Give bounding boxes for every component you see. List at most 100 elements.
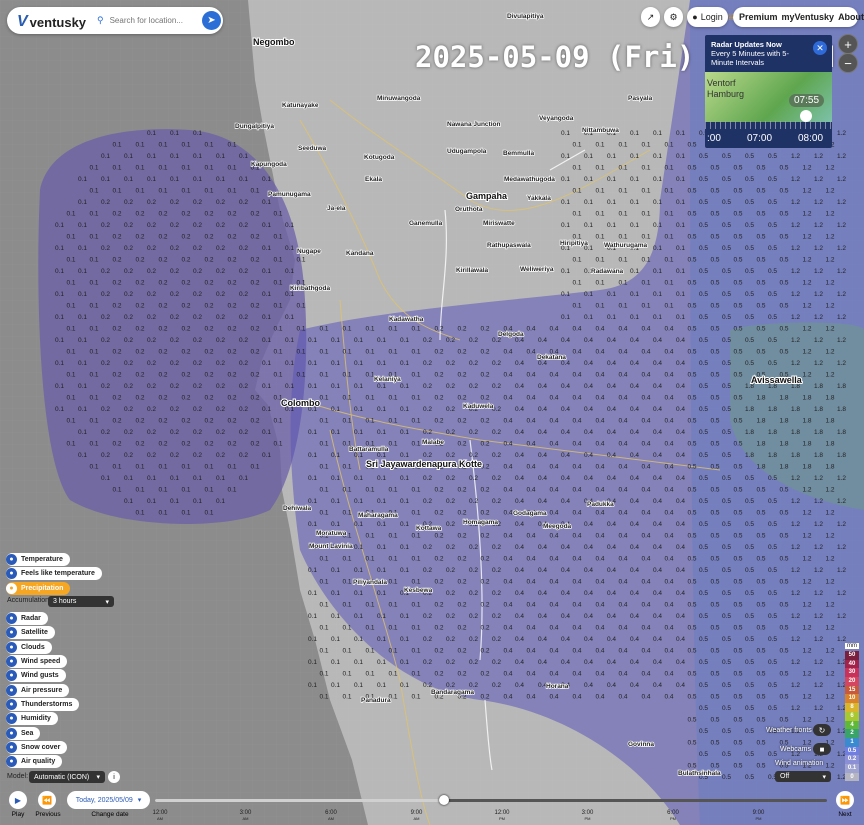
place-label[interactable]: Bemmulla (502, 149, 535, 157)
place-label[interactable]: Nittambuwa (581, 126, 620, 134)
place-label[interactable]: Piliyandala (352, 578, 388, 586)
login-button[interactable]: ● Login (687, 7, 728, 27)
layer-feels-like-temperature[interactable]: ● Feels like temperature (6, 567, 102, 580)
place-label[interactable]: Dungalpitiya (234, 122, 275, 130)
place-label[interactable]: Malabe (421, 438, 445, 446)
place-label[interactable]: Katunayake (281, 101, 319, 109)
webcams-toggle[interactable]: ■ (813, 743, 831, 755)
place-label[interactable]: Oruthota (454, 205, 483, 213)
layer-humidity[interactable]: ● Humidity (6, 712, 58, 725)
place-label[interactable]: Govinna (627, 740, 655, 748)
zoom-in-button[interactable]: + (838, 34, 858, 54)
place-label[interactable]: Yakkala (526, 194, 552, 202)
place-label[interactable]: Kadawatha (388, 315, 424, 323)
layer-snow-cover[interactable]: ● Snow cover (6, 741, 68, 754)
radar-update-popup[interactable]: Radar Updates Now Every 5 Minutes with 5… (705, 35, 832, 148)
place-label[interactable]: Kesbewa (403, 586, 433, 594)
place-label[interactable]: Kapungoda (250, 160, 288, 168)
place-label[interactable]: Godagama (512, 509, 547, 517)
place-label[interactable]: Veyangoda (538, 114, 574, 122)
precip-value: 0.2 (113, 418, 122, 425)
place-label[interactable]: Colombo (280, 397, 321, 409)
wind-animation-select[interactable]: Off ▾ (775, 771, 831, 782)
place-label[interactable]: Dehiwala (282, 504, 312, 512)
preview-slider-handle[interactable] (800, 110, 812, 122)
place-label[interactable]: Pasyala (627, 94, 653, 102)
model-info-button[interactable]: i (108, 771, 120, 783)
settings-button[interactable]: ⚙ (664, 7, 683, 27)
place-label[interactable]: Maharagama (357, 511, 399, 519)
locate-me-button[interactable]: ➤ (202, 11, 221, 30)
place-label[interactable]: Padukka (586, 500, 615, 508)
place-label[interactable]: Horana (545, 682, 569, 690)
layer-satellite[interactable]: ● Satellite (6, 626, 55, 639)
timeline-track[interactable] (155, 795, 827, 805)
place-label[interactable]: Homagama (462, 518, 499, 526)
place-label[interactable]: Kaduwela (462, 402, 494, 410)
place-label[interactable]: Seeduwa (297, 144, 327, 152)
layer-radar[interactable]: ● Radar (6, 612, 48, 625)
layer-thunderstorms[interactable]: ● Thunderstorms (6, 698, 80, 711)
place-label[interactable]: Minuwangoda (376, 94, 421, 102)
share-button[interactable]: ↗ (641, 7, 660, 27)
place-label[interactable]: Miriswatte (482, 219, 516, 227)
place-label[interactable]: Hiripitiya (559, 239, 589, 247)
app-logo[interactable]: V ventusky (17, 13, 86, 31)
place-label[interactable]: Avissawella (750, 374, 804, 386)
place-label[interactable]: Kotugoda (363, 153, 395, 161)
next-button[interactable]: ⏩ (836, 791, 854, 809)
date-picker-button[interactable]: Today, 2025/05/09 ▾ (67, 791, 150, 809)
layer-clouds[interactable]: ● Clouds (6, 641, 52, 654)
layer-temperature[interactable]: ● Temperature (6, 553, 70, 566)
premium-link[interactable]: Premium (739, 12, 778, 22)
place-label[interactable]: Gampaha (465, 190, 509, 202)
place-label[interactable]: Rathupaswala (486, 241, 531, 249)
place-label[interactable]: Mount Lavinia (308, 542, 353, 550)
layer-precipitation[interactable]: ● Precipitation (6, 582, 71, 595)
place-label[interactable]: Wathurugama (603, 241, 648, 249)
model-select[interactable]: Automatic (ICON) ▾ (29, 771, 105, 783)
precip-value: 0.5 (734, 303, 743, 310)
place-label[interactable]: Kandana (345, 249, 374, 257)
place-label[interactable]: Kottawa (415, 524, 442, 532)
place-label[interactable]: Nugape (296, 247, 322, 255)
place-label[interactable]: Medawathugoda (503, 175, 556, 183)
place-label[interactable]: Divulapitiya (506, 12, 544, 20)
place-label[interactable]: Bulathsinhala (677, 769, 721, 777)
search-input[interactable] (107, 15, 200, 26)
place-label[interactable]: Kirillawala (455, 266, 489, 274)
place-label[interactable]: Nawana Junction (446, 120, 501, 128)
layer-wind-gusts[interactable]: ● Wind gusts (6, 669, 66, 682)
place-label[interactable]: Sri Jayawardenapura Kotte (365, 458, 483, 470)
place-label[interactable]: Moratuwa (315, 529, 347, 537)
place-label[interactable]: Delgoda (497, 330, 524, 338)
layer-air-pressure[interactable]: ● Air pressure (6, 684, 70, 697)
about-link[interactable]: About (838, 12, 864, 22)
popup-close-button[interactable]: ✕ (813, 41, 827, 55)
place-label[interactable]: Battaramulla (348, 445, 389, 453)
play-button[interactable]: ▶ (9, 791, 27, 809)
place-label[interactable]: Kiribathgoda (289, 284, 331, 292)
place-label[interactable]: Ja-ela (326, 204, 346, 212)
place-label[interactable]: Meegoda (542, 522, 572, 530)
previous-button[interactable]: ⏪ (38, 791, 56, 809)
place-label[interactable]: Radawana (590, 267, 624, 275)
my-ventusky-link[interactable]: myVentusky (782, 12, 835, 22)
zoom-out-button[interactable]: − (838, 53, 858, 73)
place-label[interactable]: Ekala (364, 175, 383, 183)
accumulation-select[interactable]: 3 hours ▾ (48, 596, 114, 607)
place-label[interactable]: Bandaragama (430, 688, 475, 696)
place-label[interactable]: Weliweriya (519, 265, 554, 273)
place-label[interactable]: Ganemulla (408, 219, 443, 227)
place-label[interactable]: Panadura (360, 696, 391, 704)
layer-sea[interactable]: ● Sea (6, 727, 41, 740)
weather-fronts-toggle[interactable]: ↻ (813, 724, 831, 736)
place-label[interactable]: Kelaniya (373, 375, 402, 383)
layer-air-quality[interactable]: ● Air quality (6, 755, 63, 768)
place-label[interactable]: Dekatana (536, 353, 567, 361)
timeline-handle[interactable] (438, 795, 449, 805)
layer-wind-speed[interactable]: ● Wind speed (6, 655, 68, 668)
place-label[interactable]: Pamunugama (267, 190, 311, 198)
place-label[interactable]: Negombo (252, 36, 296, 48)
place-label[interactable]: Udugampola (446, 147, 487, 155)
